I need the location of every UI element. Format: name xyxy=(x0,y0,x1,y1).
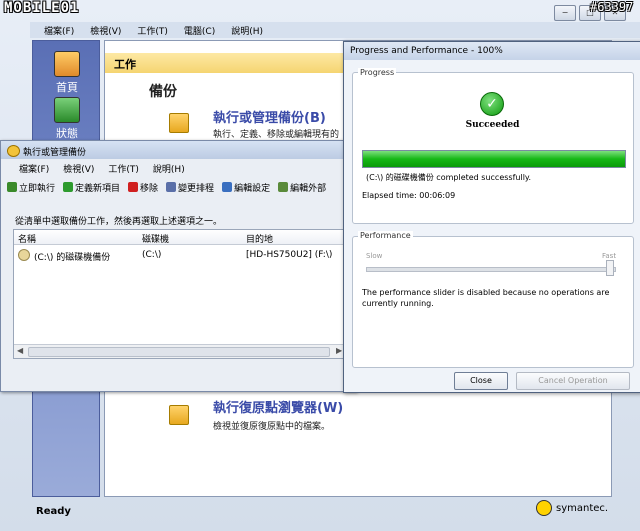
edit-settings-label: 編輯設定 xyxy=(234,183,271,194)
progress-title: Progress and Performance - 100% xyxy=(350,46,503,56)
performance-slider-thumb[interactable] xyxy=(606,260,614,276)
menu-view[interactable]: 檢視(V) xyxy=(90,24,121,37)
scroll-right-icon[interactable]: ▶ xyxy=(336,346,342,355)
nav-home-label: 首頁 xyxy=(56,81,78,94)
scroll-left-icon[interactable]: ◀ xyxy=(17,346,23,355)
edit-external-button[interactable]: 編輯外部 xyxy=(278,181,326,194)
remove-icon xyxy=(128,182,139,192)
mb-menu-file[interactable]: 檔案(F) xyxy=(19,162,49,175)
success-check-icon: ✓ xyxy=(480,92,504,116)
drive-icon xyxy=(18,249,30,261)
progress-bar xyxy=(362,150,626,168)
external-icon xyxy=(278,182,289,192)
menu-bar: 檔案(F) 檢視(V) 工作(T) 電腦(C) 說明(H) xyxy=(30,22,640,38)
table-row[interactable]: (C:\) 的磁碟機備份 (C:\) [HD-HS750U2] (F:\) xyxy=(14,230,347,263)
menu-computer[interactable]: 電腦(C) xyxy=(184,24,215,37)
performance-slider[interactable] xyxy=(366,267,616,272)
mb-menu-tasks[interactable]: 工作(T) xyxy=(108,162,139,175)
progress-titlebar[interactable]: Progress and Performance - 100% xyxy=(344,42,640,60)
schedule-icon xyxy=(166,182,177,192)
elapsed-time: Elapsed time: 00:06:09 xyxy=(362,191,456,200)
row-destination: [HD-HS750U2] (F:\) xyxy=(246,250,333,260)
symantec-icon xyxy=(536,500,552,516)
image-id-label: #63397 xyxy=(590,0,634,14)
status-succeeded: Succeeded xyxy=(465,120,520,130)
remove-label: 移除 xyxy=(140,183,159,194)
restore-icon xyxy=(169,405,189,425)
nav-status[interactable]: 狀態 xyxy=(47,97,87,141)
edit-external-label: 編輯外部 xyxy=(290,183,327,194)
remove-button[interactable]: 移除 xyxy=(128,181,158,194)
edit-settings-button[interactable]: 編輯設定 xyxy=(222,181,270,194)
app-icon xyxy=(7,145,20,157)
restore-browser-link[interactable]: 執行復原點瀏覽器(W) xyxy=(213,397,343,416)
progress-window: Progress and Performance - 100% Progress… xyxy=(343,41,640,393)
completion-message: (C:\) 的磁碟機備份 completed successfully. xyxy=(366,173,532,182)
nav-status-label: 狀態 xyxy=(56,127,78,140)
status-text: Ready xyxy=(36,506,71,517)
minimize-button[interactable]: − xyxy=(554,5,576,21)
manage-backups-titlebar[interactable]: 執行或管理備份 xyxy=(1,141,356,159)
nav-home[interactable]: 首頁 xyxy=(47,51,87,95)
brand-logo: symantec. xyxy=(536,500,608,516)
scroll-thumb[interactable] xyxy=(28,347,330,357)
run-icon xyxy=(7,182,17,192)
backup-icon xyxy=(169,113,189,133)
progress-group-label: Progress xyxy=(358,68,397,77)
slider-slow-label: Slow xyxy=(366,252,383,260)
run-now-button[interactable]: 立即執行 xyxy=(7,181,55,194)
manage-backups-title: 執行或管理備份 xyxy=(23,148,87,158)
instruction-text: 從清單中選取備份工作，然後再選取上述選項之一。 xyxy=(15,217,223,227)
change-schedule-label: 變更排程 xyxy=(178,183,215,194)
status-bar: Ready xyxy=(30,502,610,522)
progress-bar-fill xyxy=(363,151,625,167)
manage-backups-toolbar: 立即執行 定義新項目 移除 變更排程 編輯設定 編輯外部 xyxy=(7,179,352,195)
menu-help[interactable]: 說明(H) xyxy=(231,24,263,37)
change-schedule-button[interactable]: 變更排程 xyxy=(166,181,214,194)
backup-jobs-list: 名稱 磁碟機 目的地 (C:\) 的磁碟機備份 (C:\) [HD-HS750U… xyxy=(13,229,348,359)
row-name: (C:\) 的磁碟機備份 xyxy=(34,253,111,263)
brand-text: symantec. xyxy=(556,502,609,514)
performance-note: The performance slider is disabled becau… xyxy=(362,288,610,308)
manage-backups-menu: 檔案(F) 檢視(V) 工作(T) 說明(H) xyxy=(1,161,374,175)
define-new-button[interactable]: 定義新項目 xyxy=(63,181,120,194)
mb-menu-view[interactable]: 檢視(V) xyxy=(63,162,94,175)
manage-backups-window: 執行或管理備份 檔案(F) 檢視(V) 工作(T) 說明(H) 立即執行 定義新… xyxy=(0,140,357,392)
add-icon xyxy=(63,182,74,192)
watermark-logo: MOBILE01 xyxy=(4,0,80,16)
restore-browser-desc: 檢視並復原復原點中的檔案。 xyxy=(213,422,331,432)
cancel-operation-button[interactable]: Cancel Operation xyxy=(516,372,630,390)
section-title: 備份 xyxy=(149,84,177,100)
menu-file[interactable]: 檔案(F) xyxy=(44,24,74,37)
run-now-label: 立即執行 xyxy=(19,183,56,194)
manage-backups-desc: 執行、定義、移除或編輯現有的 xyxy=(213,130,340,140)
horizontal-scrollbar[interactable]: ◀ ▶ xyxy=(14,344,347,358)
work-header-label: 工作 xyxy=(114,58,136,71)
close-button[interactable]: Close xyxy=(454,372,508,390)
manage-backups-link[interactable]: 執行或管理備份(B) xyxy=(213,107,326,126)
edit-icon xyxy=(222,182,233,192)
slider-fast-label: Fast xyxy=(602,252,617,260)
define-new-label: 定義新項目 xyxy=(75,183,121,194)
home-icon xyxy=(54,51,80,77)
performance-group-label: Performance xyxy=(358,231,413,240)
monitor-icon xyxy=(54,97,80,123)
mb-menu-help[interactable]: 說明(H) xyxy=(153,162,185,175)
row-drive: (C:\) xyxy=(142,250,162,260)
menu-tasks[interactable]: 工作(T) xyxy=(137,24,168,37)
